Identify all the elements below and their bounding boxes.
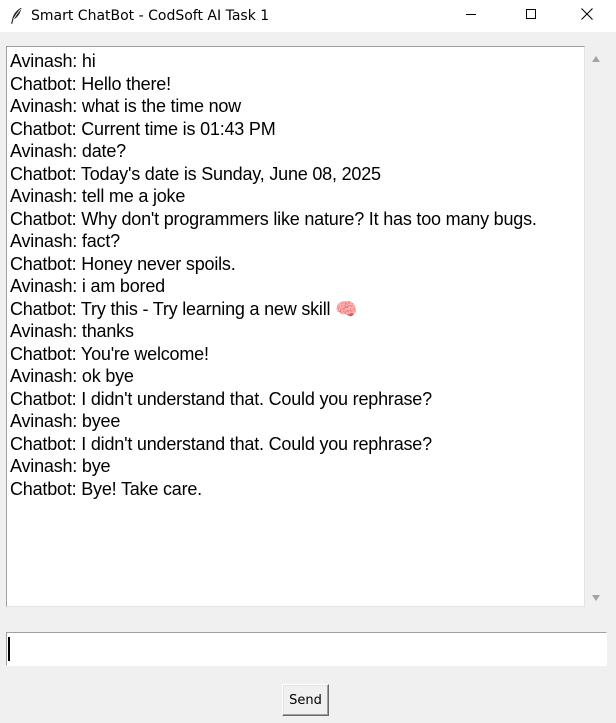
close-icon <box>580 7 594 26</box>
chat-line: Chatbot: I didn't understand that. Could… <box>10 433 432 454</box>
title-bar[interactable]: Smart ChatBot - CodSoft AI Task 1 <box>0 0 616 32</box>
chat-line: Chatbot: Current time is 01:43 PM <box>10 118 276 139</box>
chat-line: Chatbot: You're welcome! <box>10 343 209 364</box>
feather-icon <box>9 7 23 25</box>
close-button[interactable] <box>564 0 610 32</box>
maximize-button[interactable] <box>508 0 554 32</box>
maximize-icon <box>525 7 537 25</box>
minimize-icon <box>465 7 477 25</box>
app-window: Smart ChatBot - CodSoft AI Task 1 Avinas… <box>0 0 616 723</box>
chat-line: Avinash: tell me a joke <box>10 186 186 206</box>
chat-line: Avinash: fact? <box>10 231 120 251</box>
chat-line: Chatbot: I didn't understand that. Could… <box>10 388 432 409</box>
chat-line: Avinash: hi <box>10 51 96 71</box>
chat-line: Avinash: i am bored <box>10 276 165 296</box>
minimize-button[interactable] <box>448 0 494 32</box>
chat-lines: Avinash: hi Chatbot: Hello there! Avinas… <box>10 50 570 500</box>
chat-scrollbar[interactable] <box>587 46 605 607</box>
scroll-down-arrow-icon[interactable] <box>587 589 605 607</box>
chat-line: Chatbot: Today's date is Sunday, June 08… <box>10 163 381 184</box>
chat-line: Chatbot: Try this - Try learning a new s… <box>10 298 358 319</box>
chat-line: Avinash: what is the time now <box>10 96 241 116</box>
chat-line: Avinash: ok bye <box>10 366 134 386</box>
message-input[interactable] <box>6 632 607 666</box>
window-title: Smart ChatBot - CodSoft AI Task 1 <box>31 8 270 24</box>
chat-line: Chatbot: Why don't programmers like natu… <box>10 208 537 229</box>
chat-line: Avinash: date? <box>10 141 126 161</box>
chat-line: Chatbot: Bye! Take care. <box>10 478 202 499</box>
text-caret <box>8 637 10 661</box>
send-button[interactable]: Send <box>282 684 329 716</box>
scroll-up-arrow-icon[interactable] <box>587 50 605 68</box>
chat-line: Avinash: bye <box>10 456 111 476</box>
chat-line: Chatbot: Honey never spoils. <box>10 253 236 274</box>
chat-line: Avinash: thanks <box>10 321 134 341</box>
chat-line: Chatbot: Hello there! <box>10 73 171 94</box>
chat-history[interactable]: Avinash: hi Chatbot: Hello there! Avinas… <box>6 46 585 607</box>
chat-line: Avinash: byee <box>10 411 121 431</box>
